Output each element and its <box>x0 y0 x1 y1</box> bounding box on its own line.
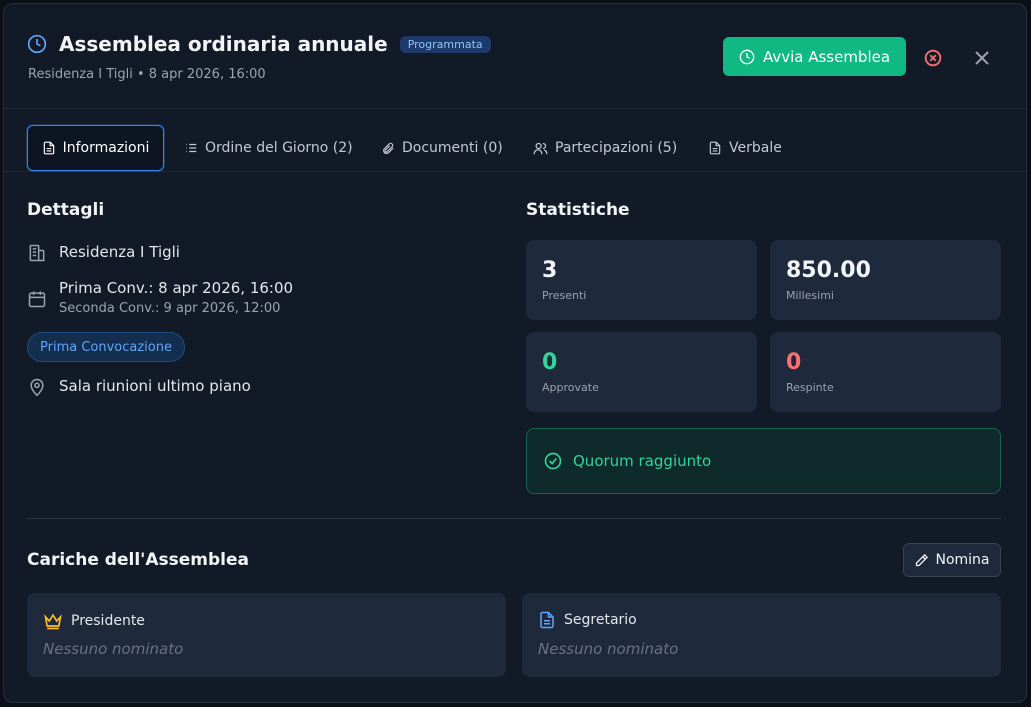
stat-label: Approvate <box>542 381 599 394</box>
tab-ordine-del-giorno[interactable]: Ordine del Giorno (2) <box>184 125 353 171</box>
details-title: Dettagli <box>27 200 105 220</box>
title-row: Assemblea ordinaria annuale Programmata <box>27 32 491 56</box>
tab-label: Informazioni <box>62 140 150 156</box>
stat-value: 3 <box>542 258 558 283</box>
close-icon[interactable] <box>970 46 994 70</box>
quorum-banner: Quorum raggiunto <box>526 428 1001 494</box>
list-icon <box>186 143 197 153</box>
role-label: Segretario <box>564 612 637 628</box>
location-name: Sala riunioni ultimo piano <box>59 377 251 395</box>
document-icon <box>43 141 54 155</box>
stat-label: Millesimi <box>786 289 834 302</box>
detail-building: Residenza I Tigli <box>27 243 180 263</box>
role-card-president: Presidente Nessuno nominato <box>27 593 506 677</box>
stat-card-presenti: 3 Presenti <box>526 240 757 320</box>
start-assembly-button[interactable]: Avvia Assemblea <box>723 37 906 76</box>
building-name: Residenza I Tigli <box>59 243 180 261</box>
document-icon <box>540 611 554 629</box>
nominate-label: Nomina <box>935 552 990 568</box>
tab-informazioni[interactable]: Informazioni <box>27 125 164 171</box>
stat-value: 0 <box>786 350 802 375</box>
first-call: Prima Conv.: 8 apr 2026, 16:00 <box>59 279 294 297</box>
page-title: Assemblea ordinaria annuale <box>59 32 388 56</box>
cancel-circle-icon[interactable] <box>922 47 944 69</box>
clock-icon <box>27 34 47 54</box>
tab-label: Verbale <box>729 140 782 156</box>
convocation-badge: Prima Convocazione <box>27 332 185 362</box>
role-value: Nessuno nominato <box>538 640 679 658</box>
role-label: Presidente <box>71 613 145 629</box>
stat-label: Presenti <box>542 289 587 302</box>
users-icon <box>533 142 548 154</box>
stats-title: Statistiche <box>526 200 630 220</box>
status-badge: Programmata <box>399 35 491 53</box>
detail-location: Sala riunioni ultimo piano <box>27 377 251 397</box>
roles-title: Cariche dell'Assemblea <box>27 550 249 570</box>
role-head: Segretario <box>538 611 637 629</box>
second-call: Seconda Conv.: 9 apr 2026, 12:00 <box>59 301 281 316</box>
stat-value: 0 <box>542 350 558 375</box>
section-divider <box>27 518 1001 519</box>
tab-documenti[interactable]: Documenti (0) <box>381 125 503 171</box>
crown-icon <box>44 613 62 630</box>
document-icon <box>709 141 721 155</box>
role-value: Nessuno nominato <box>43 640 184 658</box>
tab-label: Partecipazioni (5) <box>555 140 678 156</box>
tab-label: Documenti (0) <box>402 140 503 156</box>
stat-value: 850.00 <box>786 258 871 283</box>
nominate-button[interactable]: Nomina <box>903 543 1001 577</box>
building-icon <box>29 244 45 262</box>
calendar-icon <box>28 291 46 308</box>
tab-label: Ordine del Giorno (2) <box>205 140 353 156</box>
role-card-secretary: Segretario Nessuno nominato <box>522 593 1001 677</box>
start-assembly-label: Avvia Assemblea <box>762 47 891 66</box>
stat-card-approvate: 0 Approvate <box>526 332 757 412</box>
check-circle-icon <box>544 452 562 470</box>
pencil-icon <box>916 553 929 566</box>
tab-verbale[interactable]: Verbale <box>708 125 782 171</box>
detail-dates: Prima Conv.: 8 apr 2026, 16:00 Seconda C… <box>27 279 293 316</box>
modal-header: Assemblea ordinaria annuale Programmata … <box>4 4 1026 109</box>
stat-label: Respinte <box>786 381 834 394</box>
tab-bar: Informazioni Ordine del Giorno (2) Docum… <box>4 110 1026 172</box>
page-subtitle: Residenza I Tigli • 8 apr 2026, 16:00 <box>28 67 266 82</box>
location-pin-icon <box>30 378 44 397</box>
tab-partecipazioni[interactable]: Partecipazioni (5) <box>533 125 677 171</box>
role-head: Presidente <box>43 611 145 631</box>
stat-card-respinte: 0 Respinte <box>770 332 1001 412</box>
clock-icon <box>739 49 755 64</box>
paperclip-icon <box>383 142 394 155</box>
stat-card-millesimi: 850.00 Millesimi <box>770 240 1001 320</box>
quorum-text: Quorum raggiunto <box>573 452 712 470</box>
assembly-modal: Assemblea ordinaria annuale Programmata … <box>3 3 1027 703</box>
